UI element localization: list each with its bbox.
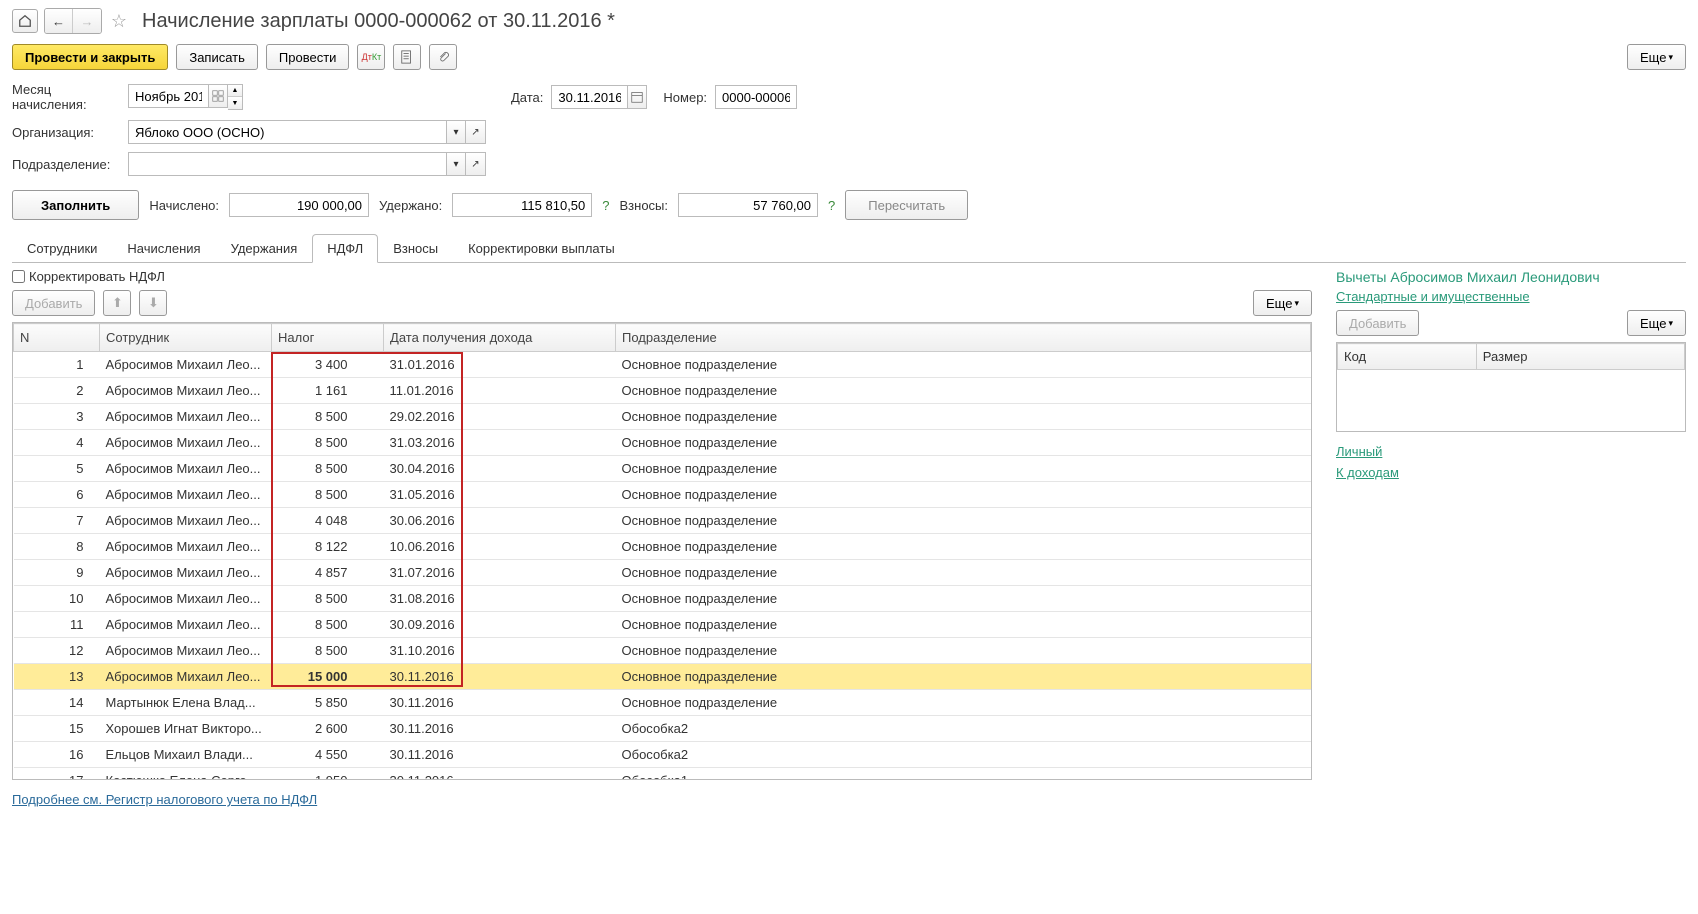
favorite-icon[interactable]: ☆ xyxy=(108,10,130,32)
org-label: Организация: xyxy=(12,125,120,140)
back-button[interactable]: ← xyxy=(45,9,73,33)
side-add-button[interactable]: Добавить xyxy=(1336,310,1419,336)
table-row[interactable]: 16Ельцов Михаил Влади...4 55030.11.2016О… xyxy=(14,742,1311,768)
month-label: Месяц начисления: xyxy=(12,82,120,112)
number-input[interactable] xyxy=(715,85,797,109)
more-button[interactable]: Еще▾ xyxy=(1627,44,1686,70)
side-more-button[interactable]: Еще▾ xyxy=(1627,310,1686,336)
dt-kt-button[interactable]: ДтКт xyxy=(357,44,385,70)
page-title: Начисление зарплаты 0000-000062 от 30.11… xyxy=(142,10,615,33)
org-input[interactable] xyxy=(128,120,446,144)
deductions-title: Вычеты Абросимов Михаил Леонидович xyxy=(1336,269,1686,285)
dept-label: Подразделение: xyxy=(12,157,120,172)
accrued-input[interactable] xyxy=(229,193,369,217)
table-row[interactable]: 5Абросимов Михаил Лео...8 50030.04.2016О… xyxy=(14,456,1311,482)
table-row[interactable]: 7Абросимов Михаил Лео...4 04830.06.2016О… xyxy=(14,508,1311,534)
withheld-input[interactable] xyxy=(452,193,592,217)
tab-3[interactable]: НДФЛ xyxy=(312,234,378,263)
contrib-label: Взносы: xyxy=(620,198,669,213)
date-input[interactable] xyxy=(551,85,627,109)
col-emp[interactable]: Сотрудник xyxy=(100,324,272,352)
table-row[interactable]: 15Хорошев Игнат Викторо...2 60030.11.201… xyxy=(14,716,1311,742)
org-dropdown-icon[interactable]: ▾ xyxy=(446,120,466,144)
table-row[interactable]: 11Абросимов Михаил Лео...8 50030.09.2016… xyxy=(14,612,1311,638)
month-up-icon[interactable]: ▲ xyxy=(228,85,242,97)
month-picker-icon[interactable] xyxy=(208,84,228,108)
tab-0[interactable]: Сотрудники xyxy=(12,234,112,262)
table-row[interactable]: 13Абросимов Михаил Лео...15 00030.11.201… xyxy=(14,664,1311,690)
forward-button[interactable]: → xyxy=(73,9,101,33)
col-size[interactable]: Размер xyxy=(1476,344,1684,370)
table-more-button[interactable]: Еще▾ xyxy=(1253,290,1312,316)
correct-ndfl-checkbox[interactable]: Корректировать НДФЛ xyxy=(12,269,165,284)
tab-5[interactable]: Корректировки выплаты xyxy=(453,234,630,262)
add-row-button[interactable]: Добавить xyxy=(12,290,95,316)
table-row[interactable]: 14Мартынюк Елена Влад...5 85030.11.2016О… xyxy=(14,690,1311,716)
tab-2[interactable]: Удержания xyxy=(216,234,313,262)
to-income-link[interactable]: К доходам xyxy=(1336,465,1686,480)
move-down-button[interactable]: ⬇ xyxy=(139,290,167,316)
help-icon[interactable]: ? xyxy=(828,198,835,213)
post-close-button[interactable]: Провести и закрыть xyxy=(12,44,168,70)
date-label: Дата: xyxy=(511,90,543,105)
table-row[interactable]: 9Абросимов Михаил Лео...4 85731.07.2016О… xyxy=(14,560,1311,586)
table-row[interactable]: 10Абросимов Михаил Лео...8 50031.08.2016… xyxy=(14,586,1311,612)
dept-dropdown-icon[interactable]: ▾ xyxy=(446,152,466,176)
month-input[interactable] xyxy=(128,84,208,108)
fill-button[interactable]: Заполнить xyxy=(12,190,139,220)
help-icon[interactable]: ? xyxy=(602,198,609,213)
org-open-icon[interactable]: ↗ xyxy=(466,120,486,144)
personal-link[interactable]: Личный xyxy=(1336,444,1686,459)
report-button[interactable] xyxy=(393,44,421,70)
col-tax[interactable]: Налог xyxy=(272,324,384,352)
col-date[interactable]: Дата получения дохода xyxy=(384,324,616,352)
withheld-label: Удержано: xyxy=(379,198,442,213)
dept-input[interactable] xyxy=(128,152,446,176)
col-code[interactable]: Код xyxy=(1338,344,1477,370)
col-dept[interactable]: Подразделение xyxy=(616,324,1311,352)
table-row[interactable]: 6Абросимов Михаил Лео...8 50031.05.2016О… xyxy=(14,482,1311,508)
tab-1[interactable]: Начисления xyxy=(112,234,215,262)
post-button[interactable]: Провести xyxy=(266,44,350,70)
register-link[interactable]: Подробнее см. Регистр налогового учета п… xyxy=(12,792,1312,807)
table-row[interactable]: 17Костюшко Елена Серге...1 95030.11.2016… xyxy=(14,768,1311,780)
col-n[interactable]: N xyxy=(14,324,100,352)
tabs-bar: СотрудникиНачисленияУдержанияНДФЛВзносыК… xyxy=(12,234,1686,263)
dept-open-icon[interactable]: ↗ xyxy=(466,152,486,176)
attachment-button[interactable] xyxy=(429,44,457,70)
table-row[interactable]: 4Абросимов Михаил Лео...8 50031.03.2016О… xyxy=(14,430,1311,456)
ndfl-table: N Сотрудник Налог Дата получения дохода … xyxy=(12,322,1312,780)
table-row[interactable]: 3Абросимов Михаил Лео...8 50029.02.2016О… xyxy=(14,404,1311,430)
recalc-button[interactable]: Пересчитать xyxy=(845,190,968,220)
table-row[interactable]: 8Абросимов Михаил Лео...8 12210.06.2016О… xyxy=(14,534,1311,560)
number-label: Номер: xyxy=(663,90,707,105)
deductions-table: Код Размер xyxy=(1336,342,1686,432)
table-row[interactable]: 12Абросимов Михаил Лео...8 50031.10.2016… xyxy=(14,638,1311,664)
home-button[interactable] xyxy=(12,9,38,33)
move-up-button[interactable]: ⬆ xyxy=(103,290,131,316)
accrued-label: Начислено: xyxy=(149,198,219,213)
month-down-icon[interactable]: ▼ xyxy=(228,97,242,109)
calendar-icon[interactable] xyxy=(627,85,647,109)
write-button[interactable]: Записать xyxy=(176,44,258,70)
tab-4[interactable]: Взносы xyxy=(378,234,453,262)
table-row[interactable]: 1Абросимов Михаил Лео...3 40031.01.2016О… xyxy=(14,352,1311,378)
table-row[interactable]: 2Абросимов Михаил Лео...1 16111.01.2016О… xyxy=(14,378,1311,404)
std-deductions-link[interactable]: Стандартные и имущественные xyxy=(1336,289,1686,304)
contrib-input[interactable] xyxy=(678,193,818,217)
